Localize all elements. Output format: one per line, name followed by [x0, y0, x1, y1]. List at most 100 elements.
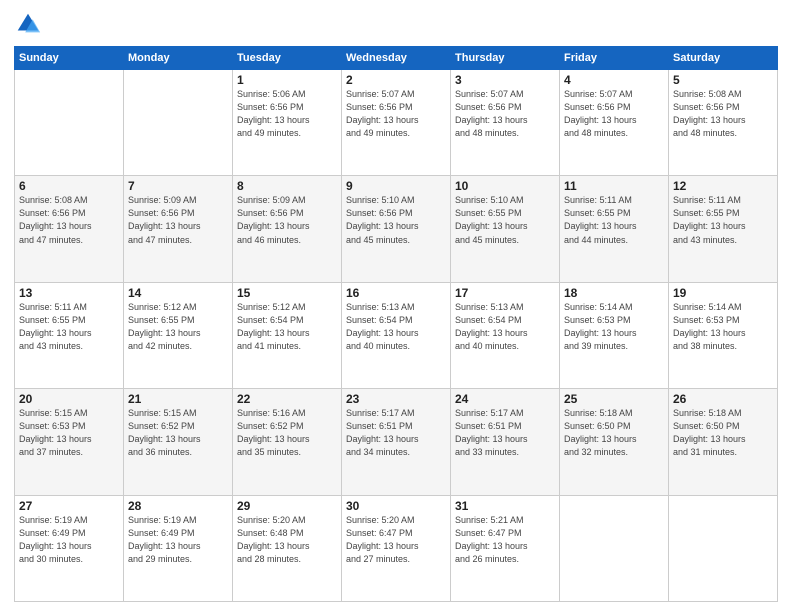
day-info: Sunrise: 5:20 AM Sunset: 6:47 PM Dayligh… [346, 514, 446, 566]
day-number: 11 [564, 179, 664, 193]
calendar-cell: 28Sunrise: 5:19 AM Sunset: 6:49 PM Dayli… [124, 495, 233, 601]
day-number: 13 [19, 286, 119, 300]
calendar-table: SundayMondayTuesdayWednesdayThursdayFrid… [14, 46, 778, 602]
calendar-cell: 26Sunrise: 5:18 AM Sunset: 6:50 PM Dayli… [669, 389, 778, 495]
logo-icon [14, 10, 42, 38]
calendar-cell: 20Sunrise: 5:15 AM Sunset: 6:53 PM Dayli… [15, 389, 124, 495]
day-info: Sunrise: 5:18 AM Sunset: 6:50 PM Dayligh… [673, 407, 773, 459]
day-number: 14 [128, 286, 228, 300]
day-number: 26 [673, 392, 773, 406]
logo [14, 10, 46, 38]
calendar-cell: 21Sunrise: 5:15 AM Sunset: 6:52 PM Dayli… [124, 389, 233, 495]
day-info: Sunrise: 5:08 AM Sunset: 6:56 PM Dayligh… [673, 88, 773, 140]
day-info: Sunrise: 5:07 AM Sunset: 6:56 PM Dayligh… [455, 88, 555, 140]
day-info: Sunrise: 5:11 AM Sunset: 6:55 PM Dayligh… [673, 194, 773, 246]
weekday-header-thursday: Thursday [451, 47, 560, 70]
day-info: Sunrise: 5:07 AM Sunset: 6:56 PM Dayligh… [346, 88, 446, 140]
day-number: 15 [237, 286, 337, 300]
calendar-row-1: 6Sunrise: 5:08 AM Sunset: 6:56 PM Daylig… [15, 176, 778, 282]
calendar-cell: 7Sunrise: 5:09 AM Sunset: 6:56 PM Daylig… [124, 176, 233, 282]
page: SundayMondayTuesdayWednesdayThursdayFrid… [0, 0, 792, 612]
day-info: Sunrise: 5:20 AM Sunset: 6:48 PM Dayligh… [237, 514, 337, 566]
day-number: 17 [455, 286, 555, 300]
day-info: Sunrise: 5:09 AM Sunset: 6:56 PM Dayligh… [237, 194, 337, 246]
day-number: 5 [673, 73, 773, 87]
day-number: 30 [346, 499, 446, 513]
day-number: 20 [19, 392, 119, 406]
calendar-cell: 13Sunrise: 5:11 AM Sunset: 6:55 PM Dayli… [15, 282, 124, 388]
day-info: Sunrise: 5:15 AM Sunset: 6:52 PM Dayligh… [128, 407, 228, 459]
day-info: Sunrise: 5:16 AM Sunset: 6:52 PM Dayligh… [237, 407, 337, 459]
calendar-cell [560, 495, 669, 601]
day-info: Sunrise: 5:07 AM Sunset: 6:56 PM Dayligh… [564, 88, 664, 140]
day-info: Sunrise: 5:21 AM Sunset: 6:47 PM Dayligh… [455, 514, 555, 566]
calendar-cell: 15Sunrise: 5:12 AM Sunset: 6:54 PM Dayli… [233, 282, 342, 388]
calendar-cell: 6Sunrise: 5:08 AM Sunset: 6:56 PM Daylig… [15, 176, 124, 282]
day-number: 23 [346, 392, 446, 406]
calendar-cell: 2Sunrise: 5:07 AM Sunset: 6:56 PM Daylig… [342, 70, 451, 176]
day-info: Sunrise: 5:14 AM Sunset: 6:53 PM Dayligh… [673, 301, 773, 353]
weekday-header-friday: Friday [560, 47, 669, 70]
weekday-header-wednesday: Wednesday [342, 47, 451, 70]
day-number: 10 [455, 179, 555, 193]
calendar-cell: 22Sunrise: 5:16 AM Sunset: 6:52 PM Dayli… [233, 389, 342, 495]
day-number: 16 [346, 286, 446, 300]
calendar-cell: 14Sunrise: 5:12 AM Sunset: 6:55 PM Dayli… [124, 282, 233, 388]
calendar-cell: 29Sunrise: 5:20 AM Sunset: 6:48 PM Dayli… [233, 495, 342, 601]
calendar-cell: 30Sunrise: 5:20 AM Sunset: 6:47 PM Dayli… [342, 495, 451, 601]
calendar-cell: 18Sunrise: 5:14 AM Sunset: 6:53 PM Dayli… [560, 282, 669, 388]
day-info: Sunrise: 5:13 AM Sunset: 6:54 PM Dayligh… [455, 301, 555, 353]
day-info: Sunrise: 5:13 AM Sunset: 6:54 PM Dayligh… [346, 301, 446, 353]
calendar-cell [124, 70, 233, 176]
day-info: Sunrise: 5:10 AM Sunset: 6:56 PM Dayligh… [346, 194, 446, 246]
day-number: 22 [237, 392, 337, 406]
calendar-cell: 3Sunrise: 5:07 AM Sunset: 6:56 PM Daylig… [451, 70, 560, 176]
calendar-cell: 19Sunrise: 5:14 AM Sunset: 6:53 PM Dayli… [669, 282, 778, 388]
calendar-row-3: 20Sunrise: 5:15 AM Sunset: 6:53 PM Dayli… [15, 389, 778, 495]
day-info: Sunrise: 5:17 AM Sunset: 6:51 PM Dayligh… [455, 407, 555, 459]
header [14, 10, 778, 38]
calendar-cell: 31Sunrise: 5:21 AM Sunset: 6:47 PM Dayli… [451, 495, 560, 601]
calendar-cell [669, 495, 778, 601]
day-info: Sunrise: 5:11 AM Sunset: 6:55 PM Dayligh… [19, 301, 119, 353]
weekday-header-saturday: Saturday [669, 47, 778, 70]
day-info: Sunrise: 5:19 AM Sunset: 6:49 PM Dayligh… [128, 514, 228, 566]
day-number: 31 [455, 499, 555, 513]
day-number: 28 [128, 499, 228, 513]
weekday-header-sunday: Sunday [15, 47, 124, 70]
day-number: 24 [455, 392, 555, 406]
day-number: 1 [237, 73, 337, 87]
day-info: Sunrise: 5:08 AM Sunset: 6:56 PM Dayligh… [19, 194, 119, 246]
weekday-header-monday: Monday [124, 47, 233, 70]
calendar-cell: 16Sunrise: 5:13 AM Sunset: 6:54 PM Dayli… [342, 282, 451, 388]
calendar-cell: 4Sunrise: 5:07 AM Sunset: 6:56 PM Daylig… [560, 70, 669, 176]
day-number: 27 [19, 499, 119, 513]
day-number: 7 [128, 179, 228, 193]
calendar-cell: 11Sunrise: 5:11 AM Sunset: 6:55 PM Dayli… [560, 176, 669, 282]
day-number: 29 [237, 499, 337, 513]
day-info: Sunrise: 5:12 AM Sunset: 6:55 PM Dayligh… [128, 301, 228, 353]
day-number: 18 [564, 286, 664, 300]
calendar-row-0: 1Sunrise: 5:06 AM Sunset: 6:56 PM Daylig… [15, 70, 778, 176]
weekday-header-tuesday: Tuesday [233, 47, 342, 70]
calendar-cell: 17Sunrise: 5:13 AM Sunset: 6:54 PM Dayli… [451, 282, 560, 388]
day-number: 3 [455, 73, 555, 87]
day-info: Sunrise: 5:14 AM Sunset: 6:53 PM Dayligh… [564, 301, 664, 353]
day-number: 12 [673, 179, 773, 193]
calendar-cell: 8Sunrise: 5:09 AM Sunset: 6:56 PM Daylig… [233, 176, 342, 282]
calendar-cell: 12Sunrise: 5:11 AM Sunset: 6:55 PM Dayli… [669, 176, 778, 282]
calendar-cell: 23Sunrise: 5:17 AM Sunset: 6:51 PM Dayli… [342, 389, 451, 495]
day-number: 8 [237, 179, 337, 193]
day-info: Sunrise: 5:09 AM Sunset: 6:56 PM Dayligh… [128, 194, 228, 246]
day-info: Sunrise: 5:11 AM Sunset: 6:55 PM Dayligh… [564, 194, 664, 246]
day-info: Sunrise: 5:19 AM Sunset: 6:49 PM Dayligh… [19, 514, 119, 566]
calendar-cell: 9Sunrise: 5:10 AM Sunset: 6:56 PM Daylig… [342, 176, 451, 282]
calendar-cell [15, 70, 124, 176]
day-info: Sunrise: 5:17 AM Sunset: 6:51 PM Dayligh… [346, 407, 446, 459]
day-number: 4 [564, 73, 664, 87]
day-number: 9 [346, 179, 446, 193]
day-number: 19 [673, 286, 773, 300]
calendar-cell: 5Sunrise: 5:08 AM Sunset: 6:56 PM Daylig… [669, 70, 778, 176]
weekday-header-row: SundayMondayTuesdayWednesdayThursdayFrid… [15, 47, 778, 70]
day-number: 21 [128, 392, 228, 406]
